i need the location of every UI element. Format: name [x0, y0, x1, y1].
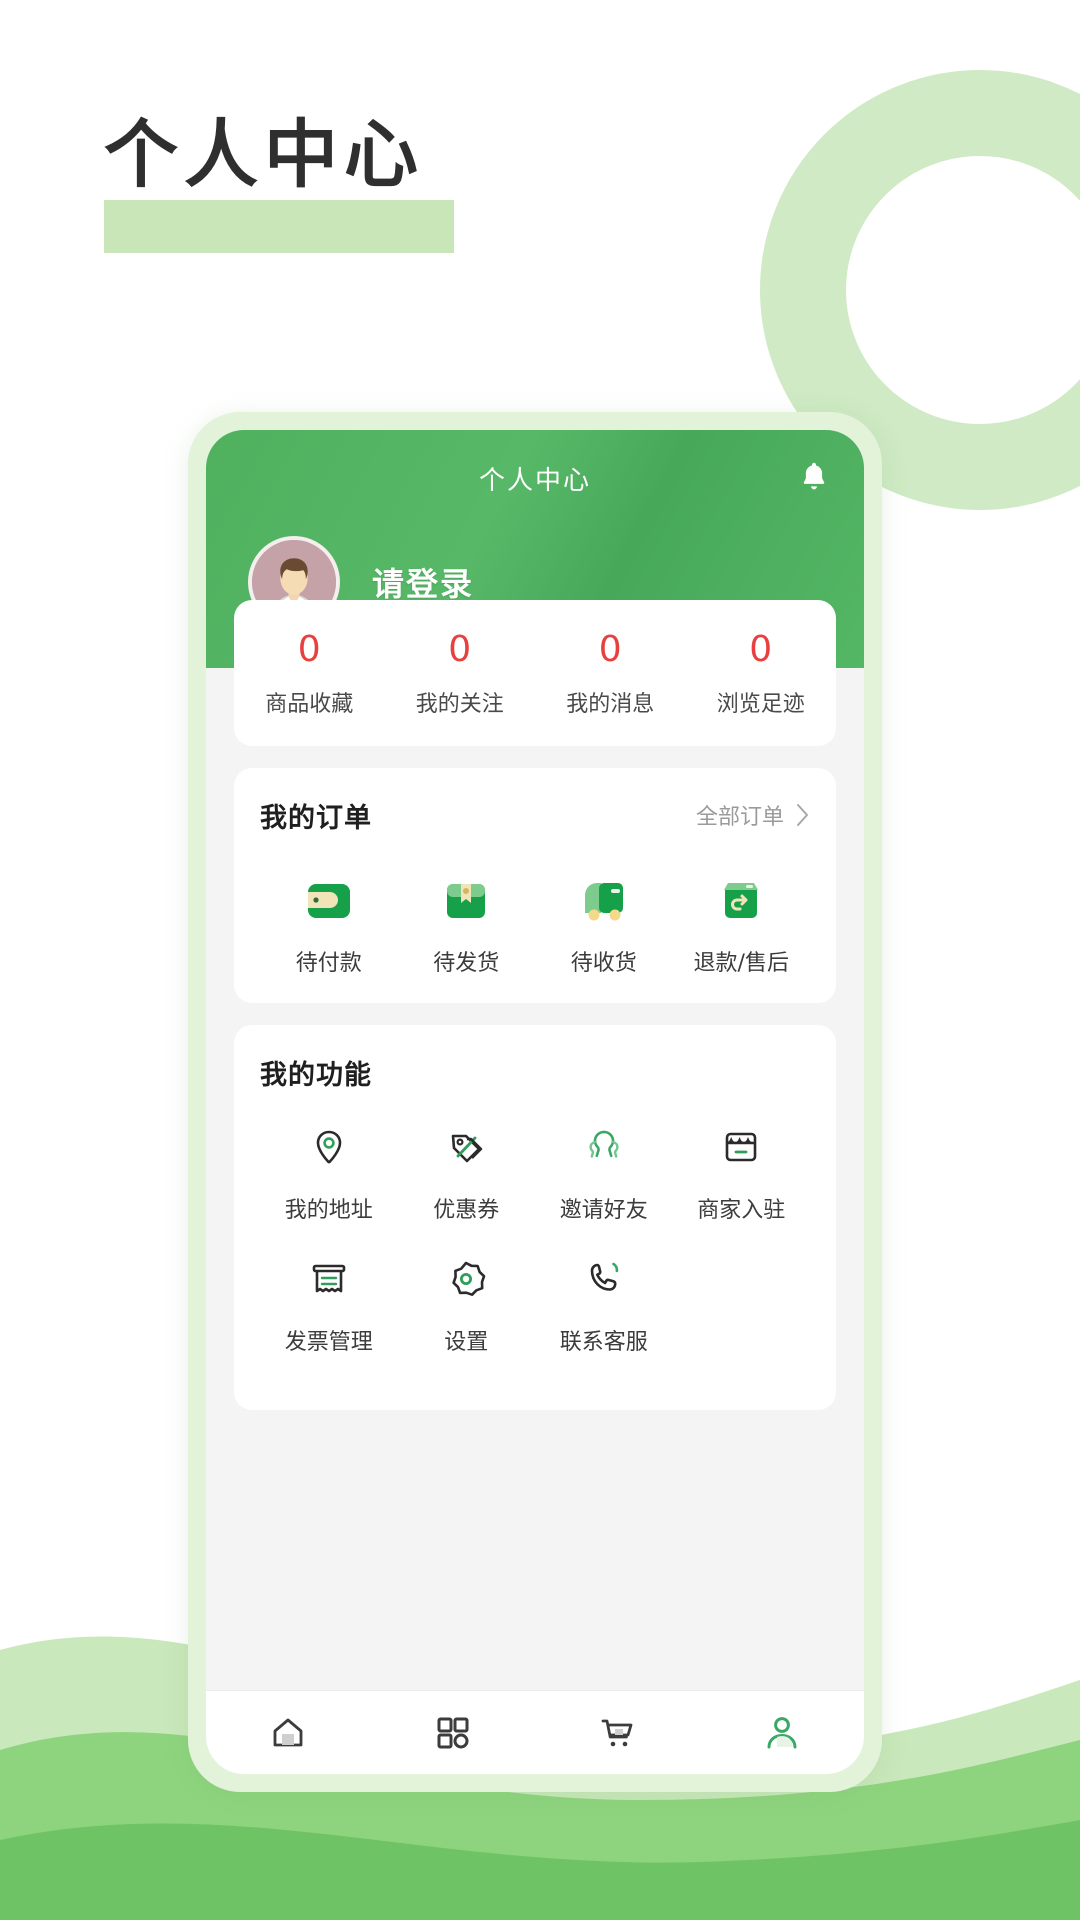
- stat-value: 0: [598, 629, 622, 670]
- stat-value: 0: [297, 629, 321, 670]
- stat-item-messages[interactable]: 0 我的消息: [535, 630, 686, 718]
- stat-item-footprints[interactable]: 0 浏览足迹: [686, 630, 837, 718]
- function-item-coupon[interactable]: 优惠券: [398, 1120, 536, 1224]
- category-icon: [437, 1717, 469, 1748]
- page-title: 个人中心: [104, 112, 424, 198]
- bell-icon: [803, 462, 825, 489]
- stat-label: 我的关注: [415, 691, 504, 717]
- order-item-label: 退款/售后: [693, 950, 789, 976]
- location-pin-icon: [307, 1120, 351, 1176]
- app-bar-title: 个人中心: [478, 465, 591, 496]
- all-orders-link[interactable]: 全部订单: [696, 799, 810, 831]
- order-item-refund[interactable]: 退款/售后: [673, 865, 811, 977]
- order-item-unpaid[interactable]: 待付款: [260, 865, 398, 977]
- orders-title: 我的订单: [260, 802, 372, 834]
- functions-grid: 我的地址 优惠券 邀请好友 商家入驻 发票管理 设置 联系客服: [260, 1120, 810, 1384]
- functions-card: 我的功能 我的地址 优惠券 邀请好友 商家入驻 发票管理 设置 联系客服: [234, 1024, 836, 1410]
- functions-title: 我的功能: [260, 1059, 372, 1091]
- page-root: 个人中心 个人中心 请登录 0 商品收藏 0 我的关注 0 我的消息 0 浏览足…: [0, 0, 1080, 1920]
- gear-icon: [444, 1252, 488, 1308]
- profile-icon: [767, 1716, 797, 1748]
- return-box-icon: [715, 865, 767, 927]
- orders-header: 我的订单 全部订单: [260, 796, 810, 835]
- chevron-right-icon: [796, 803, 810, 827]
- package-icon: [440, 865, 492, 927]
- orders-card: 我的订单 全部订单 待付款 待发货 待收货 退款/售后: [234, 767, 836, 1003]
- order-item-label: 待收货: [570, 950, 637, 976]
- coupon-tag-icon: [444, 1120, 488, 1176]
- tab-home[interactable]: [206, 1714, 371, 1752]
- phone-screen: 个人中心 请登录 0 商品收藏 0 我的关注 0 我的消息 0 浏览足迹 我的订…: [206, 430, 864, 1774]
- stat-value: 0: [749, 629, 773, 670]
- invoice-icon: [307, 1252, 351, 1308]
- function-item-label: 设置: [444, 1329, 489, 1355]
- home-icon: [273, 1718, 303, 1746]
- all-orders-label: 全部订单: [695, 805, 784, 831]
- function-item-label: 发票管理: [284, 1329, 373, 1355]
- stat-item-following[interactable]: 0 我的关注: [385, 630, 536, 718]
- stats-card: 0 商品收藏 0 我的关注 0 我的消息 0 浏览足迹: [234, 600, 836, 746]
- orders-grid: 待付款 待发货 待收货 退款/售后: [260, 865, 810, 977]
- invite-friends-icon: [581, 1120, 627, 1176]
- order-item-unshipped[interactable]: 待发货: [398, 865, 536, 977]
- notification-button[interactable]: [792, 454, 836, 500]
- truck-icon: [577, 865, 631, 927]
- app-content: 0 商品收藏 0 我的关注 0 我的消息 0 浏览足迹 我的订单 全部订单 待付…: [206, 600, 864, 1690]
- function-item-label: 商家入驻: [697, 1197, 786, 1223]
- function-item-settings[interactable]: 设置: [398, 1252, 536, 1356]
- page-title-highlight: [104, 200, 454, 253]
- store-icon: [719, 1120, 763, 1176]
- stat-label: 商品收藏: [265, 691, 354, 717]
- tab-profile[interactable]: [700, 1714, 865, 1752]
- stat-item-favorites[interactable]: 0 商品收藏: [234, 630, 385, 718]
- wallet-icon: [303, 865, 355, 927]
- order-item-shipped[interactable]: 待收货: [535, 865, 673, 977]
- stat-label: 浏览足迹: [716, 691, 805, 717]
- function-item-invoice[interactable]: 发票管理: [260, 1252, 398, 1356]
- function-item-merchant[interactable]: 商家入驻: [673, 1120, 811, 1224]
- function-item-label: 联系客服: [559, 1329, 648, 1355]
- order-item-label: 待付款: [295, 950, 362, 976]
- function-item-label: 优惠券: [433, 1197, 500, 1223]
- login-prompt[interactable]: 请登录: [372, 559, 474, 605]
- cart-icon: [601, 1719, 633, 1746]
- function-item-address[interactable]: 我的地址: [260, 1120, 398, 1224]
- stat-value: 0: [448, 629, 472, 670]
- page-title-block: 个人中心: [104, 112, 454, 253]
- function-item-invite[interactable]: 邀请好友: [535, 1120, 673, 1224]
- function-item-placeholder: [673, 1252, 811, 1356]
- tab-category[interactable]: [371, 1715, 536, 1751]
- bottom-tab-bar: [206, 1690, 864, 1774]
- tab-cart[interactable]: [535, 1714, 700, 1752]
- phone-call-icon: [582, 1252, 626, 1308]
- stat-label: 我的消息: [566, 691, 655, 717]
- order-item-label: 待发货: [433, 950, 500, 976]
- phone-frame: 个人中心 请登录 0 商品收藏 0 我的关注 0 我的消息 0 浏览足迹 我的订…: [188, 412, 882, 1792]
- function-item-support[interactable]: 联系客服: [535, 1252, 673, 1356]
- app-title-row: 个人中心: [206, 452, 864, 504]
- function-item-label: 我的地址: [284, 1197, 373, 1223]
- function-item-label: 邀请好友: [559, 1197, 648, 1223]
